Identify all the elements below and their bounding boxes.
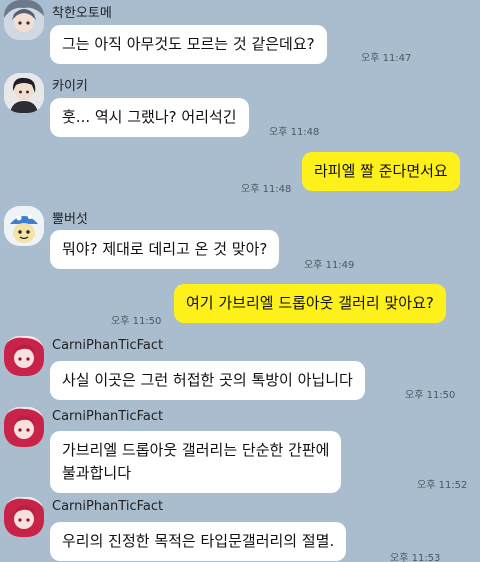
- sender-name: CarniPhanTicFact: [52, 499, 164, 514]
- message-time: 오후 11:50: [111, 316, 162, 327]
- dark-haired-man-avatar-icon: [4, 73, 44, 113]
- message-bubble[interactable]: 훗... 역시 그랬나? 어리석긴: [50, 98, 249, 137]
- anime-girl-avatar-icon: [4, 0, 44, 40]
- chat-area: 착한오토메 그는 아직 아무것도 모르는 것 같은데요? 오후 11:47 카이…: [0, 0, 480, 562]
- message-time: 오후 11:53: [390, 553, 441, 562]
- sender-name: 뿔버섯: [52, 212, 88, 227]
- sender-name: 착한오토메: [52, 6, 112, 21]
- avatar[interactable]: [4, 407, 44, 447]
- message-time: 오후 11:50: [405, 390, 456, 401]
- red-hair-girl-avatar-icon: [4, 497, 44, 537]
- avatar[interactable]: [4, 0, 44, 40]
- sender-name: 카이키: [52, 79, 88, 94]
- avatar[interactable]: [4, 336, 44, 376]
- message-bubble[interactable]: 사실 이곳은 그런 허접한 곳의 톡방이 아닙니다: [50, 361, 365, 400]
- message-bubble[interactable]: 그는 아직 아무것도 모르는 것 같은데요?: [50, 25, 327, 64]
- message-time: 오후 11:52: [417, 480, 468, 491]
- mushroom-character-avatar-icon: [4, 206, 44, 246]
- avatar[interactable]: [4, 73, 44, 113]
- sender-name: CarniPhanTicFact: [52, 409, 164, 424]
- red-hair-girl-avatar-icon: [4, 407, 44, 447]
- avatar[interactable]: [4, 206, 44, 246]
- message-bubble[interactable]: 가브리엘 드롭아웃 갤러리는 단순한 간판에 불과합니다: [50, 431, 342, 493]
- message-bubble-outgoing[interactable]: 라피엘 짤 준다면서요: [302, 152, 460, 191]
- message-time: 오후 11:47: [361, 53, 412, 64]
- message-time: 오후 11:48: [269, 127, 320, 138]
- sender-name: CarniPhanTicFact: [52, 338, 164, 353]
- avatar[interactable]: [4, 497, 44, 537]
- message-bubble[interactable]: 우리의 진정한 목적은 타입문갤러리의 절멸.: [50, 522, 347, 561]
- message-bubble[interactable]: 뭐야? 제대로 데리고 온 것 맞아?: [50, 230, 280, 269]
- message-time: 오후 11:49: [304, 260, 355, 271]
- message-time: 오후 11:48: [241, 184, 292, 195]
- message-bubble-outgoing[interactable]: 여기 가브리엘 드롭아웃 갤러리 맞아요?: [174, 284, 446, 323]
- red-hair-girl-avatar-icon: [4, 336, 44, 376]
